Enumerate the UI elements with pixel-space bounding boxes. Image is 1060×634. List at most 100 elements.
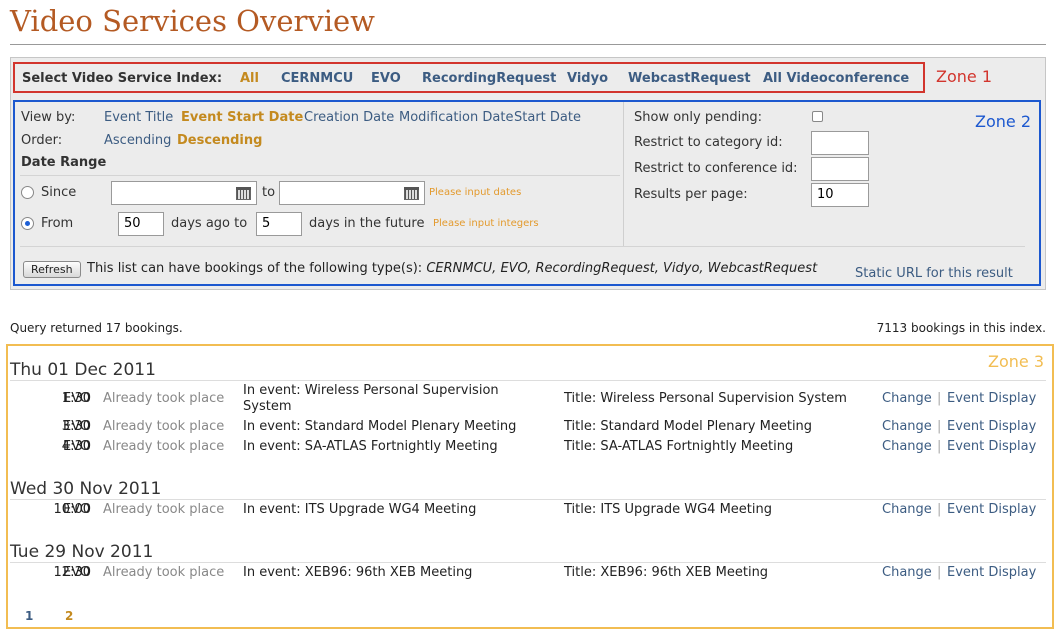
page-link-1[interactable]: 1 <box>25 609 33 623</box>
booking-status: Already took place <box>103 419 225 434</box>
booking-event: In event: Wireless Personal Supervision S… <box>243 383 543 415</box>
view-by-label: View by: <box>21 110 76 125</box>
order-ascending[interactable]: Ascending <box>104 133 171 148</box>
title-divider <box>10 44 1046 45</box>
day-heading: Tue 29 Nov 2011 <box>10 542 154 562</box>
index-selector-label: Select Video Service Index: <box>22 71 223 86</box>
event-display-link[interactable]: Event Display <box>947 419 1036 434</box>
action-separator: | <box>937 502 942 517</box>
day-divider <box>10 380 1046 381</box>
show-pending-label: Show only pending: <box>634 110 763 125</box>
booking-event: In event: XEB96: 96th XEB Meeting <box>243 565 543 581</box>
index-link-cernmcu[interactable]: CERNMCU <box>281 71 353 86</box>
day-divider <box>10 499 1046 500</box>
page-title: Video Services Overview <box>10 4 375 38</box>
booking-status: Already took place <box>103 391 225 406</box>
filter-footer-divider <box>20 246 1025 247</box>
booking-status: Already took place <box>103 502 225 517</box>
index-link-all-videoconference[interactable]: All Videoconference <box>763 71 909 86</box>
date-to-label: to <box>262 185 276 200</box>
booking-event: In event: Standard Model Plenary Meeting <box>243 419 543 435</box>
booking-event-line: In event: Wireless Personal Supervision <box>243 383 499 398</box>
booking-types-prefix: This list can have bookings of the follo… <box>87 261 423 276</box>
event-display-link[interactable]: Event Display <box>947 391 1036 406</box>
dates-hint: Please input dates <box>429 187 522 198</box>
refresh-button[interactable]: Refresh <box>23 261 81 278</box>
booking-type: EVO <box>63 419 91 434</box>
view-by-creation-date[interactable]: Creation Date <box>304 110 394 125</box>
index-link-webcastrequest[interactable]: WebcastRequest <box>628 71 751 86</box>
booking-type: EVO <box>63 439 91 454</box>
change-link[interactable]: Change <box>882 419 932 434</box>
since-label: Since <box>41 185 77 200</box>
since-radio[interactable] <box>21 186 34 199</box>
view-by-event-title[interactable]: Event Title <box>104 110 173 125</box>
days-ago-label: days ago to <box>171 216 248 231</box>
change-link[interactable]: Change <box>882 391 932 406</box>
booking-event-line: In event: XEB96: 96th XEB Meeting <box>243 565 473 580</box>
booking-title: Title: Wireless Personal Supervision Sys… <box>564 391 847 406</box>
booking-title: Title: XEB96: 96th XEB Meeting <box>564 565 769 580</box>
booking-type: EVO <box>63 391 91 406</box>
restrict-category-label: Restrict to category id: <box>634 135 783 150</box>
booking-title: Title: ITS Upgrade WG4 Meeting <box>564 502 772 517</box>
zone3-label: Zone 3 <box>988 352 1044 371</box>
booking-types-list: CERNMCU, EVO, RecordingRequest, Vidyo, W… <box>426 261 818 276</box>
date-range-divider <box>20 175 620 176</box>
view-by-modification-date[interactable]: Modification Date <box>399 110 513 125</box>
order-label: Order: <box>21 133 63 148</box>
booking-event-line: In event: ITS Upgrade WG4 Meeting <box>243 502 477 517</box>
restrict-conference-input[interactable] <box>811 157 869 181</box>
zone2-label: Zone 2 <box>975 112 1031 131</box>
query-summary: Query returned 17 bookings. <box>10 321 183 335</box>
restrict-conference-label: Restrict to conference id: <box>634 161 798 176</box>
day-divider <box>10 562 1046 563</box>
restrict-category-input[interactable] <box>811 131 869 155</box>
from-radio[interactable] <box>21 217 34 230</box>
integers-hint: Please input integers <box>433 218 539 229</box>
booking-status: Already took place <box>103 439 225 454</box>
booking-event: In event: ITS Upgrade WG4 Meeting <box>243 502 543 518</box>
show-pending-checkbox[interactable] <box>812 111 823 122</box>
action-separator: | <box>937 439 942 454</box>
change-link[interactable]: Change <box>882 502 932 517</box>
booking-title: Title: SA-ATLAS Fortnightly Meeting <box>564 439 794 454</box>
order-descending[interactable]: Descending <box>177 133 262 148</box>
zone1-label: Zone 1 <box>936 67 992 86</box>
index-link-vidyo[interactable]: Vidyo <box>567 71 608 86</box>
change-link[interactable]: Change <box>882 565 932 580</box>
action-separator: | <box>937 419 942 434</box>
since-calendar-icon[interactable] <box>236 187 251 200</box>
page-link-2[interactable]: 2 <box>65 609 73 623</box>
event-display-link[interactable]: Event Display <box>947 502 1036 517</box>
event-display-link[interactable]: Event Display <box>947 565 1036 580</box>
action-separator: | <box>937 391 942 406</box>
event-display-link[interactable]: Event Display <box>947 439 1036 454</box>
view-by-event-start-date[interactable]: Event Start Date <box>181 110 303 125</box>
view-by-start-date[interactable]: Start Date <box>514 110 581 125</box>
static-url-link[interactable]: Static URL for this result <box>855 266 1013 281</box>
from-label: From <box>41 216 74 231</box>
booking-event-line: In event: SA-ATLAS Fortnightly Meeting <box>243 439 498 454</box>
booking-title: Title: Standard Model Plenary Meeting <box>564 419 813 434</box>
days-future-label: days in the future <box>309 216 425 231</box>
booking-event-line: In event: Standard Model Plenary Meeting <box>243 419 517 434</box>
days-future-input[interactable]: 5 <box>256 212 302 236</box>
date-range-heading: Date Range <box>21 155 107 170</box>
action-separator: | <box>937 565 942 580</box>
index-link-recordingrequest[interactable]: RecordingRequest <box>422 71 556 86</box>
booking-types-note: This list can have bookings of the follo… <box>87 261 817 276</box>
until-calendar-icon[interactable] <box>404 187 419 200</box>
results-per-page-label: Results per page: <box>634 187 748 202</box>
booking-event-line: System <box>243 399 292 414</box>
change-link[interactable]: Change <box>882 439 932 454</box>
index-link-all[interactable]: All <box>240 71 259 86</box>
days-ago-input[interactable]: 50 <box>118 212 164 236</box>
filter-column-divider <box>623 102 624 246</box>
booking-type: EVO <box>63 565 91 580</box>
day-heading: Wed 30 Nov 2011 <box>10 479 162 499</box>
booking-event: In event: SA-ATLAS Fortnightly Meeting <box>243 439 543 455</box>
index-link-evo[interactable]: EVO <box>371 71 401 86</box>
day-heading: Thu 01 Dec 2011 <box>10 360 156 380</box>
results-per-page-input[interactable]: 10 <box>811 183 869 207</box>
